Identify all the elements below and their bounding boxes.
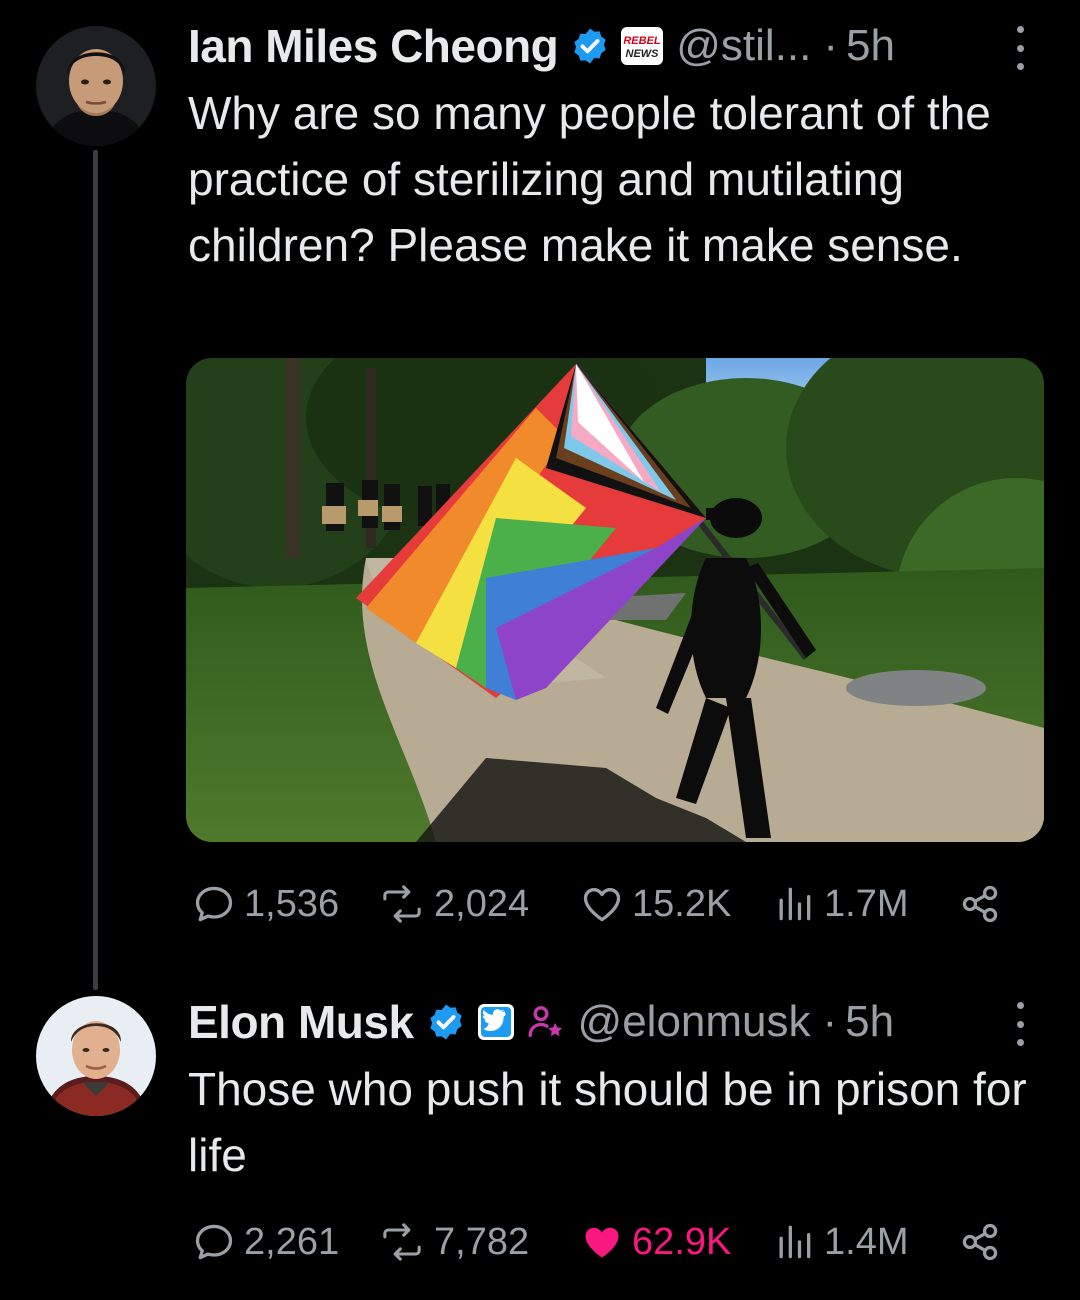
pride-flag-photo bbox=[186, 358, 1044, 842]
rebel-news-badge-icon[interactable]: REBEL NEWS bbox=[620, 26, 664, 66]
thread-view: Ian Miles Cheong REBEL NEWS @stil... · 5… bbox=[0, 0, 1080, 1300]
repost-count: 7,782 bbox=[434, 1220, 530, 1263]
verified-badge-icon[interactable] bbox=[570, 26, 610, 66]
tweet-image[interactable] bbox=[186, 358, 1044, 842]
reply-button[interactable]: 2,261 bbox=[192, 1212, 339, 1272]
author-name[interactable]: Elon Musk bbox=[188, 995, 414, 1049]
views-chart-icon bbox=[779, 887, 811, 921]
tweet-action-bar: 2,261 7,782 62.9K 1.4M bbox=[188, 1212, 1018, 1272]
tweet-action-bar: 1,536 2,024 15.2K 1.7M bbox=[188, 874, 1018, 934]
time-separator: · bbox=[822, 997, 838, 1046]
view-count: 1.4M bbox=[824, 1220, 909, 1263]
tweet-header: Elon Musk @elonmusk · 5h bbox=[188, 992, 894, 1052]
avatar-image bbox=[36, 26, 156, 146]
reply-button[interactable]: 1,536 bbox=[192, 874, 339, 934]
share-icon bbox=[962, 885, 998, 923]
views-chart-icon bbox=[779, 1225, 811, 1259]
verified-badge-icon[interactable] bbox=[426, 1002, 466, 1042]
views-button[interactable]: 1.7M bbox=[772, 874, 908, 934]
more-options-icon[interactable] bbox=[1006, 1002, 1034, 1046]
tweet-timestamp[interactable]: 5h bbox=[845, 997, 894, 1047]
heart-icon bbox=[583, 888, 621, 922]
affiliate-badge-text-rebel: REBEL bbox=[624, 35, 662, 47]
thread-connector-line bbox=[93, 150, 98, 990]
view-count: 1.7M bbox=[824, 882, 909, 925]
time-separator: · bbox=[823, 21, 839, 70]
affiliate-badge-text-news: NEWS bbox=[626, 48, 660, 60]
author-avatar[interactable] bbox=[36, 26, 156, 146]
more-options-icon[interactable] bbox=[1006, 26, 1034, 70]
repost-icon bbox=[383, 885, 421, 923]
tweet-text: Why are so many people tolerant of the p… bbox=[188, 87, 991, 271]
views-button[interactable]: 1.4M bbox=[772, 1212, 908, 1272]
reply-count: 1,536 bbox=[244, 882, 340, 925]
like-button[interactable]: 15.2K bbox=[580, 874, 731, 934]
author-avatar[interactable] bbox=[36, 996, 156, 1116]
like-button[interactable]: 62.9K bbox=[580, 1212, 731, 1272]
reply-icon bbox=[195, 886, 233, 922]
avatar-image bbox=[36, 996, 156, 1116]
author-name[interactable]: Ian Miles Cheong bbox=[188, 19, 559, 73]
twitter-badge-icon[interactable] bbox=[476, 1002, 516, 1042]
author-handle[interactable]: @elonmusk bbox=[578, 997, 811, 1047]
tweet-header: Ian Miles Cheong REBEL NEWS @stil... · 5… bbox=[188, 16, 895, 76]
repost-icon bbox=[383, 1223, 421, 1261]
like-count: 62.9K bbox=[632, 1220, 732, 1263]
like-count: 15.2K bbox=[632, 882, 732, 925]
tweet-text: Those who push it should be in prison fo… bbox=[188, 1063, 1027, 1181]
author-handle[interactable]: @stil... bbox=[676, 21, 811, 71]
person-star-icon[interactable] bbox=[526, 1002, 566, 1042]
share-icon bbox=[962, 1223, 998, 1261]
share-button[interactable] bbox=[958, 874, 1002, 934]
reply-count: 2,261 bbox=[244, 1220, 340, 1263]
repost-button[interactable]: 2,024 bbox=[378, 874, 529, 934]
reply-icon bbox=[195, 1224, 233, 1260]
share-button[interactable] bbox=[958, 1212, 1002, 1272]
repost-count: 2,024 bbox=[434, 882, 530, 925]
repost-button[interactable]: 7,782 bbox=[378, 1212, 529, 1272]
tweet-timestamp[interactable]: 5h bbox=[846, 21, 895, 71]
heart-filled-icon bbox=[585, 1227, 619, 1258]
